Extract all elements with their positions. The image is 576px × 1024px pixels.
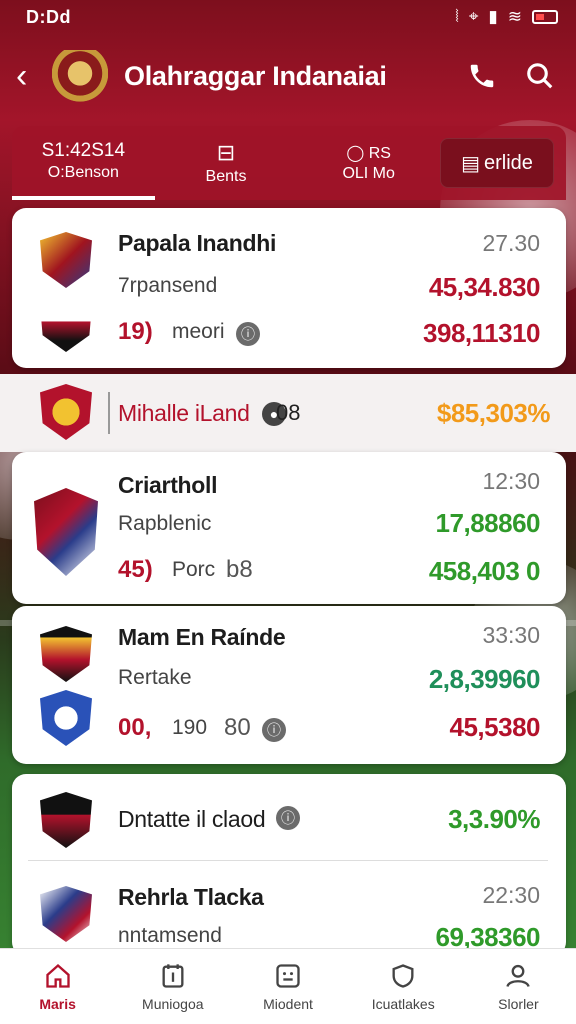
score-label: meori [172, 320, 225, 343]
signal-icon: ▮ [488, 7, 498, 26]
filter-button[interactable]: ▤ erlide [440, 138, 555, 188]
battery-icon [532, 10, 558, 24]
shield-icon [392, 963, 414, 988]
home-icon [45, 963, 70, 988]
team-crest-away [40, 296, 92, 352]
nav-profile[interactable]: Slorler [461, 949, 576, 1024]
search-icon[interactable] [520, 56, 560, 96]
match-title: Mam En Raínde [118, 624, 286, 650]
match-title: Mihalle iLand [118, 400, 250, 426]
odds-value: 45,34.830 [428, 272, 541, 302]
person-icon [506, 964, 531, 987]
back-arrow-icon[interactable]: ‹ [16, 59, 44, 93]
nav-leagues[interactable]: Icuatlakes [346, 949, 461, 1024]
location-icon: ⌖ [468, 7, 479, 26]
tab-events[interactable]: ⊟ Bents [155, 126, 298, 200]
match-subtitle: 7rpansend [118, 274, 218, 297]
info-icon[interactable]: ⓘ [236, 322, 260, 346]
vibrate-icon: ⦚ [455, 7, 459, 26]
app-header: ‹ Olahraggar Indanaiai [0, 38, 576, 114]
team-crest-home [40, 886, 92, 942]
nav-calendar[interactable]: Muniogoa [115, 949, 230, 1024]
nav-home[interactable]: Maris [0, 949, 115, 1024]
badge-number: 08 [276, 400, 301, 425]
team-crest [40, 384, 92, 440]
odds-value: 398,11310 [423, 318, 540, 348]
odds-value: 2,8,39960 [428, 664, 541, 694]
match-card[interactable]: Dntatte il claod ⓘ 3,3.90% Rehrla Tlacka… [12, 774, 566, 956]
score-label: Porc [172, 558, 216, 581]
info-icon[interactable]: ⓘ [262, 718, 286, 742]
calendar-icon: ⊟ [216, 140, 236, 165]
odds-value: 17,88860 [435, 508, 541, 538]
nav-messages[interactable]: Miodent [230, 949, 345, 1024]
team-crest-away [40, 690, 92, 746]
tab-schedule[interactable]: S1:42S14 O:Benson [12, 126, 155, 200]
match-title: Dntatte il claod [118, 806, 266, 832]
score-label: 190 [172, 716, 208, 739]
tab-bar: S1:42S14 O:Benson ⊟ Bents ◯ RS OLI Mo ▤ … [12, 126, 566, 200]
team-crest-home [40, 626, 92, 682]
match-title: Rehrla Tlacka [118, 884, 264, 910]
odds-value: $85,303% [436, 398, 551, 428]
match-score: 19) [118, 318, 153, 345]
bottom-navigation: Maris Muniogoa Miodent Icuatlakes Slorle… [0, 948, 576, 1024]
odds-value: 45,5380 [449, 712, 541, 742]
match-score: 00, [118, 714, 152, 741]
score-extra: 80 [224, 714, 251, 741]
status-bar: D:Dd ⦚ ⌖ ▮ ≋ [0, 0, 576, 34]
match-card[interactable]: Mam En Raínde 33:30 Rertake 2,8,39960 00… [12, 606, 566, 764]
score-extra: b8 [226, 556, 253, 583]
match-subtitle: Rapblenic [118, 512, 212, 535]
clock-icon: ◯ [346, 145, 365, 162]
message-icon [276, 963, 300, 988]
team-crest-home [40, 792, 92, 848]
tab-results[interactable]: ◯ RS OLI Mo [297, 126, 440, 200]
match-time: 27.30 [482, 230, 540, 256]
match-time: 12:30 [482, 468, 540, 494]
match-card[interactable]: Criartholl 12:30 Rapblenic 17,88860 45) … [12, 452, 566, 604]
team-crest-home [34, 488, 98, 576]
match-card[interactable]: Papala Inandhi 27.30 7rpansend 45,34.830… [12, 208, 566, 368]
match-title: Papala Inandhi [118, 230, 277, 256]
wifi-icon: ≋ [507, 7, 522, 26]
page-title: Olahraggar Indanaiai [124, 60, 387, 91]
list-icon: ▤ [461, 152, 480, 175]
phone-icon[interactable] [462, 56, 502, 96]
match-time: 33:30 [482, 622, 540, 648]
match-score: 45) [118, 556, 153, 583]
match-subtitle: Rertake [118, 666, 192, 689]
info-icon[interactable]: ⓘ [276, 806, 300, 830]
match-time: 22:30 [482, 882, 540, 908]
calendar-icon [162, 963, 184, 988]
featured-strip[interactable]: Mihalle iLand ● 08 $85,303% [0, 374, 576, 452]
club-logo [52, 50, 108, 102]
match-title: Criartholl [118, 472, 218, 498]
team-crest-home [40, 232, 92, 288]
divider [108, 392, 110, 434]
odds-value: 3,3.90% [448, 804, 540, 834]
match-subtitle: nntamsend [118, 924, 222, 947]
odds-value: 458,403 0 [428, 556, 541, 586]
divider [28, 860, 548, 861]
status-time: D:Dd [26, 6, 71, 27]
